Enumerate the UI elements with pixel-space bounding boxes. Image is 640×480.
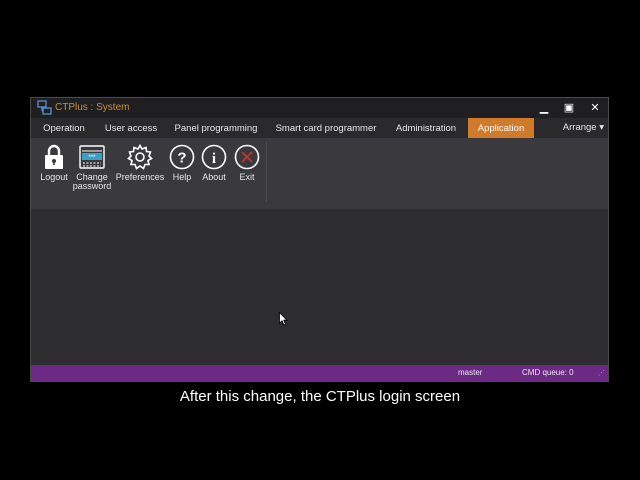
gear-icon (127, 144, 153, 170)
close-button[interactable]: ✕ (586, 100, 604, 116)
title-bar[interactable]: CTPlus : System ▁ ▣ ✕ (31, 98, 608, 118)
exit-label: Exit (239, 172, 255, 182)
tab-panel-programming[interactable]: Panel programming (171, 118, 261, 138)
change-password-label: Change password (72, 172, 112, 191)
app-window: CTPlus : System ▁ ▣ ✕ Operation User acc… (30, 97, 609, 382)
svg-text:i: i (212, 151, 216, 167)
change-password-button[interactable]: *** Change password (71, 144, 113, 191)
exit-icon (234, 144, 260, 170)
preferences-label: Preferences (115, 172, 165, 182)
svg-text:***: *** (88, 155, 96, 161)
main-content-area (31, 209, 608, 366)
password-keyboard-icon: *** (79, 145, 105, 169)
maximize-button[interactable]: ▣ (560, 100, 578, 116)
mouse-cursor-icon (279, 312, 288, 326)
tab-operation[interactable]: Operation (35, 118, 93, 138)
help-button[interactable]: ? Help (167, 144, 197, 182)
question-icon: ? (169, 144, 195, 170)
preferences-button[interactable]: Preferences (115, 144, 165, 182)
info-icon: i (201, 144, 227, 170)
ribbon-separator (266, 142, 267, 202)
app-logo-icon (37, 100, 52, 115)
resize-grip-icon[interactable]: ⋰ (598, 369, 605, 377)
tab-application[interactable]: Application (468, 118, 534, 138)
menu-bar: Operation User access Panel programming … (31, 118, 608, 138)
lock-icon (45, 144, 63, 169)
status-user: master (458, 368, 483, 377)
svg-text:?: ? (177, 150, 186, 167)
ribbon-panel: Logout *** Change password Preferences ?… (31, 138, 608, 209)
about-label: About (202, 172, 226, 182)
status-bar: master CMD queue: 0 ⋰ (31, 365, 608, 381)
tab-smart-card-programmer[interactable]: Smart card programmer (271, 118, 381, 138)
about-button[interactable]: i About (199, 144, 229, 182)
minimize-button[interactable]: ▁ (535, 100, 553, 116)
arrange-dropdown[interactable]: Arrange ▾ (563, 118, 604, 138)
exit-button[interactable]: Exit (232, 144, 262, 182)
tab-administration[interactable]: Administration (389, 118, 463, 138)
window-title: CTPlus : System (55, 102, 130, 113)
logout-button[interactable]: Logout (37, 144, 71, 182)
logout-label: Logout (40, 172, 68, 182)
video-caption: After this change, the CTPlus login scre… (179, 388, 461, 405)
help-label: Help (172, 172, 192, 182)
tab-user-access[interactable]: User access (99, 118, 163, 138)
status-cmd-queue: CMD queue: 0 (522, 368, 574, 377)
